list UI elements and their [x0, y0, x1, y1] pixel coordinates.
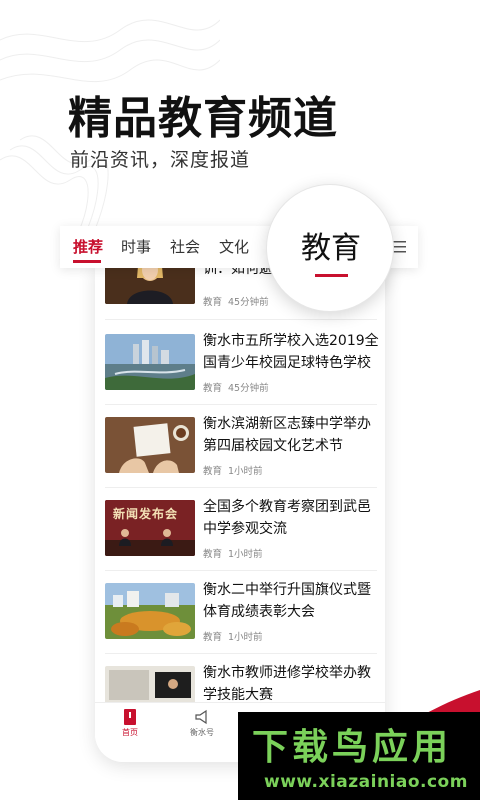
nav-home[interactable]: 首页 [105, 709, 155, 738]
news-tag: 教育 [203, 383, 223, 394]
news-feed: 训：如何避 教育 45分钟前 衡水市五所学校入选2019全国青少年校园足球特色学… [95, 262, 385, 702]
news-tag: 教育 [203, 297, 223, 308]
phone-mockup: 训：如何避 教育 45分钟前 衡水市五所学校入选2019全国青少年校园足球特色学… [95, 262, 385, 762]
divider [105, 404, 377, 405]
tab-recommend[interactable]: 推荐 [73, 236, 103, 257]
news-time: 45分钟前 [228, 383, 269, 394]
news-thumbnail [105, 262, 195, 304]
tab-society[interactable]: 社会 [170, 236, 200, 257]
tab-current-affairs[interactable]: 时事 [121, 236, 151, 257]
divider [105, 653, 377, 654]
news-meta: 教育 1小时前 [203, 546, 269, 560]
nav-home-label: 首页 [122, 728, 138, 737]
tab-active-underline [73, 260, 101, 263]
watermark-title: 下载鸟应用 [252, 727, 453, 768]
nav-hengshui-label: 衡水号 [190, 728, 214, 737]
news-meta: 教育 45分钟前 [203, 294, 275, 308]
tab-culture[interactable]: 文化 [219, 236, 249, 257]
watermark: 下载鸟应用 www.xiazainiao.com [238, 712, 480, 800]
news-tag: 教育 [203, 549, 223, 560]
divider [105, 570, 377, 571]
news-meta: 教育 45分钟前 [203, 380, 275, 394]
news-title: 衡水滨湖新区志臻中学举办第四届校园文化艺术节 [203, 416, 371, 454]
divider [105, 487, 377, 488]
page-subline: 前沿资讯，深度报道 [70, 149, 251, 171]
news-time: 1小时前 [228, 632, 263, 643]
news-time: 1小时前 [228, 549, 263, 560]
news-tag: 教育 [203, 632, 223, 643]
news-thumbnail: 新闻发布会 [105, 500, 195, 556]
news-meta: 教育 1小时前 [203, 629, 269, 643]
news-thumbnail [105, 583, 195, 639]
news-thumbnail [105, 666, 195, 702]
news-thumbnail [105, 334, 195, 390]
news-title: 衡水二中举行升国旗仪式暨体育成绩表彰大会 [203, 582, 371, 620]
watermark-url: www.xiazainiao.com [264, 772, 468, 792]
tab-education: 教育 [301, 231, 361, 266]
news-title: 全国多个教育考察团到武邑中学参观交流 [203, 499, 371, 537]
news-time: 1小时前 [228, 466, 263, 477]
megaphone-icon [195, 709, 207, 725]
thumbnail-caption: 新闻发布会 [113, 507, 179, 521]
news-meta: 教育 1小时前 [203, 463, 269, 477]
tab-education-underline [315, 274, 348, 277]
home-icon [124, 709, 136, 725]
nav-hengshui[interactable]: 衡水号 [177, 709, 227, 738]
news-title: 衡水市五所学校入选2019全国青少年校园足球特色学校 [203, 333, 379, 371]
news-thumbnail [105, 417, 195, 473]
divider [105, 319, 377, 320]
news-time: 45分钟前 [228, 297, 269, 308]
education-tab-magnifier[interactable]: 教育 [266, 184, 394, 312]
page-headline: 精品教育频道 [68, 93, 338, 144]
news-tag: 教育 [203, 466, 223, 477]
